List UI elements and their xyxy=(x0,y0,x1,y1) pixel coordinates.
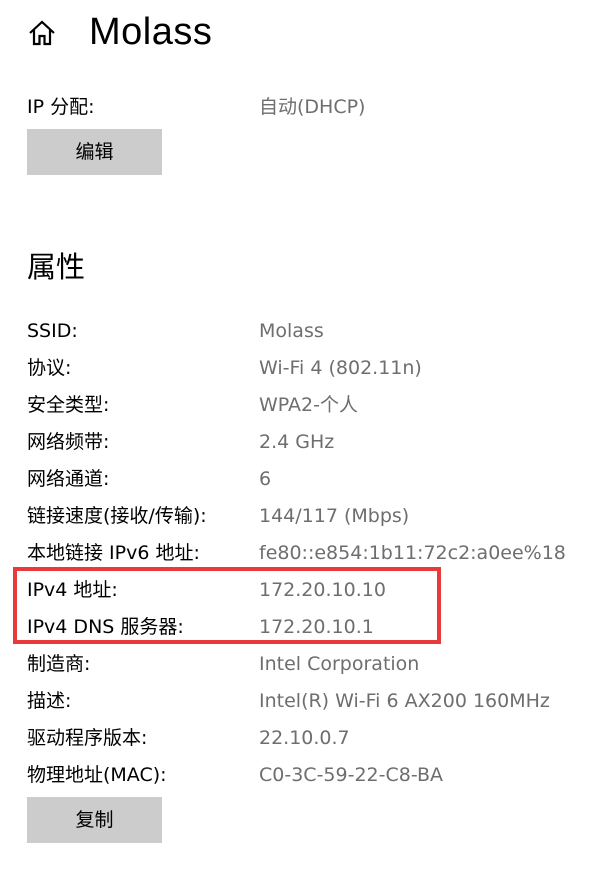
property-label: SSID: xyxy=(27,320,78,342)
property-label: 制造商: xyxy=(27,653,91,675)
ip-assignment-value: 自动(DHCP) xyxy=(259,96,366,118)
property-value: Wi-Fi 4 (802.11n) xyxy=(259,357,422,379)
home-icon-graphic xyxy=(29,20,55,46)
property-label: IPv4 DNS 服务器: xyxy=(27,616,184,638)
property-value: 144/117 (Mbps) xyxy=(259,505,410,527)
property-value: fe80::e854:1b11:72c2:a0ee%18 xyxy=(259,542,566,564)
property-row-mac-address: 物理地址(MAC): C0-3C-59-22-C8-BA xyxy=(27,760,587,790)
ip-assignment-row: IP 分配: 自动(DHCP) xyxy=(27,92,587,122)
property-row-driver-version: 驱动程序版本: 22.10.0.7 xyxy=(27,723,587,753)
property-row-network-channel: 网络通道: 6 xyxy=(27,464,587,494)
property-value: Intel(R) Wi-Fi 6 AX200 160MHz xyxy=(259,690,550,712)
property-row-ipv6-address: 本地链接 IPv6 地址: fe80::e854:1b11:72c2:a0ee%… xyxy=(27,538,587,568)
property-label: 协议: xyxy=(27,357,72,379)
ip-assignment-label: IP 分配: xyxy=(27,96,95,118)
property-value: WPA2-个人 xyxy=(259,394,358,416)
property-label: 网络通道: xyxy=(27,468,110,490)
properties-heading: 属性 xyxy=(27,250,86,284)
property-value: 172.20.10.10 xyxy=(259,579,386,601)
property-label: 本地链接 IPv6 地址: xyxy=(27,542,200,564)
property-row-description: 描述: Intel(R) Wi-Fi 6 AX200 160MHz xyxy=(27,686,587,716)
property-value: Molass xyxy=(259,320,324,342)
property-row-security-type: 安全类型: WPA2-个人 xyxy=(27,390,587,420)
property-label: 网络频带: xyxy=(27,431,110,453)
copy-button[interactable]: 复制 xyxy=(27,797,162,843)
property-label: 链接速度(接收/传输): xyxy=(27,505,207,527)
property-label: 驱动程序版本: xyxy=(27,727,148,749)
home-icon[interactable] xyxy=(27,18,57,48)
property-label: 描述: xyxy=(27,690,72,712)
property-row-ssid: SSID: Molass xyxy=(27,316,587,346)
property-label: IPv4 地址: xyxy=(27,579,118,601)
edit-button[interactable]: 编辑 xyxy=(27,129,162,175)
property-label: 安全类型: xyxy=(27,394,110,416)
page-title: Molass xyxy=(89,11,213,53)
property-row-link-speed: 链接速度(接收/传输): 144/117 (Mbps) xyxy=(27,501,587,531)
property-row-protocol: 协议: Wi-Fi 4 (802.11n) xyxy=(27,353,587,383)
property-value: 22.10.0.7 xyxy=(259,727,350,749)
property-value: 6 xyxy=(259,468,272,490)
property-value: 172.20.10.1 xyxy=(259,616,374,638)
property-value: Intel Corporation xyxy=(259,653,420,675)
property-row-ipv4-dns: IPv4 DNS 服务器: 172.20.10.1 xyxy=(27,612,587,642)
property-row-ipv4-address: IPv4 地址: 172.20.10.10 xyxy=(27,575,587,605)
property-value: C0-3C-59-22-C8-BA xyxy=(259,764,444,786)
property-row-manufacturer: 制造商: Intel Corporation xyxy=(27,649,587,679)
property-label: 物理地址(MAC): xyxy=(27,764,167,786)
property-row-network-band: 网络频带: 2.4 GHz xyxy=(27,427,587,457)
property-value: 2.4 GHz xyxy=(259,431,335,453)
